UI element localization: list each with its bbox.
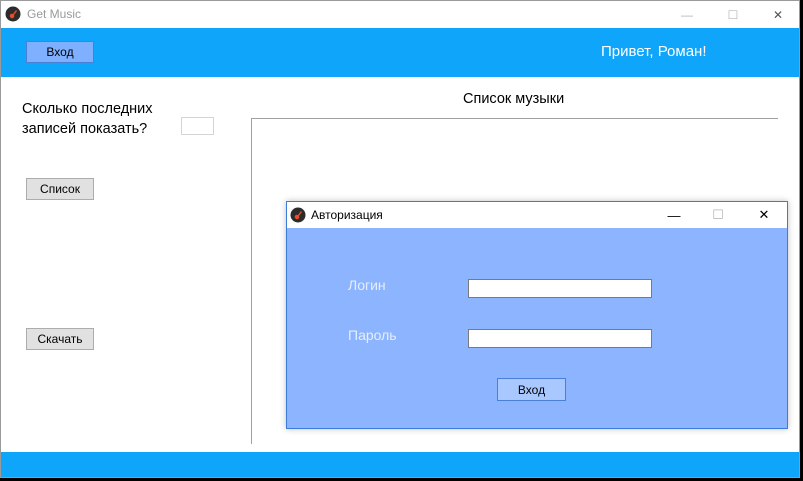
dialog-title-bar: Авторизация — ☐ ✕ [287, 202, 787, 228]
login-label: Логин [348, 277, 386, 293]
list-button[interactable]: Список [26, 178, 94, 200]
login-field[interactable] [468, 279, 652, 298]
password-field[interactable] [468, 329, 652, 348]
records-count-label: Сколько последних записей показать? [22, 101, 153, 137]
login-button[interactable]: Вход [26, 41, 94, 63]
window-title: Get Music [27, 7, 82, 21]
dialog-close-button[interactable]: ✕ [741, 202, 787, 228]
dialog-minimize-button[interactable]: — [651, 202, 697, 228]
guitar-icon [5, 6, 21, 22]
dialog-maximize-button[interactable]: ☐ [695, 202, 741, 228]
greeting-text: Привет, Роман! [601, 43, 707, 60]
minimize-button[interactable]: — [664, 1, 710, 28]
dialog-title: Авторизация [311, 208, 383, 222]
maximize-button[interactable]: ☐ [710, 1, 756, 28]
password-label: Пароль [348, 327, 397, 343]
footer-bar [1, 452, 799, 477]
auth-dialog: Авторизация — ☐ ✕ Логин Пароль Вход [286, 201, 788, 429]
title-bar: Get Music — ☐ ✕ [1, 1, 799, 28]
music-list-title: Список музыки [463, 91, 565, 107]
dialog-login-button[interactable]: Вход [497, 378, 566, 401]
header-bar: Вход Привет, Роман! [1, 28, 799, 77]
close-button[interactable]: ✕ [755, 1, 801, 28]
guitar-icon [290, 207, 306, 223]
records-count-input[interactable] [181, 117, 214, 135]
download-button[interactable]: Скачать [26, 328, 94, 350]
